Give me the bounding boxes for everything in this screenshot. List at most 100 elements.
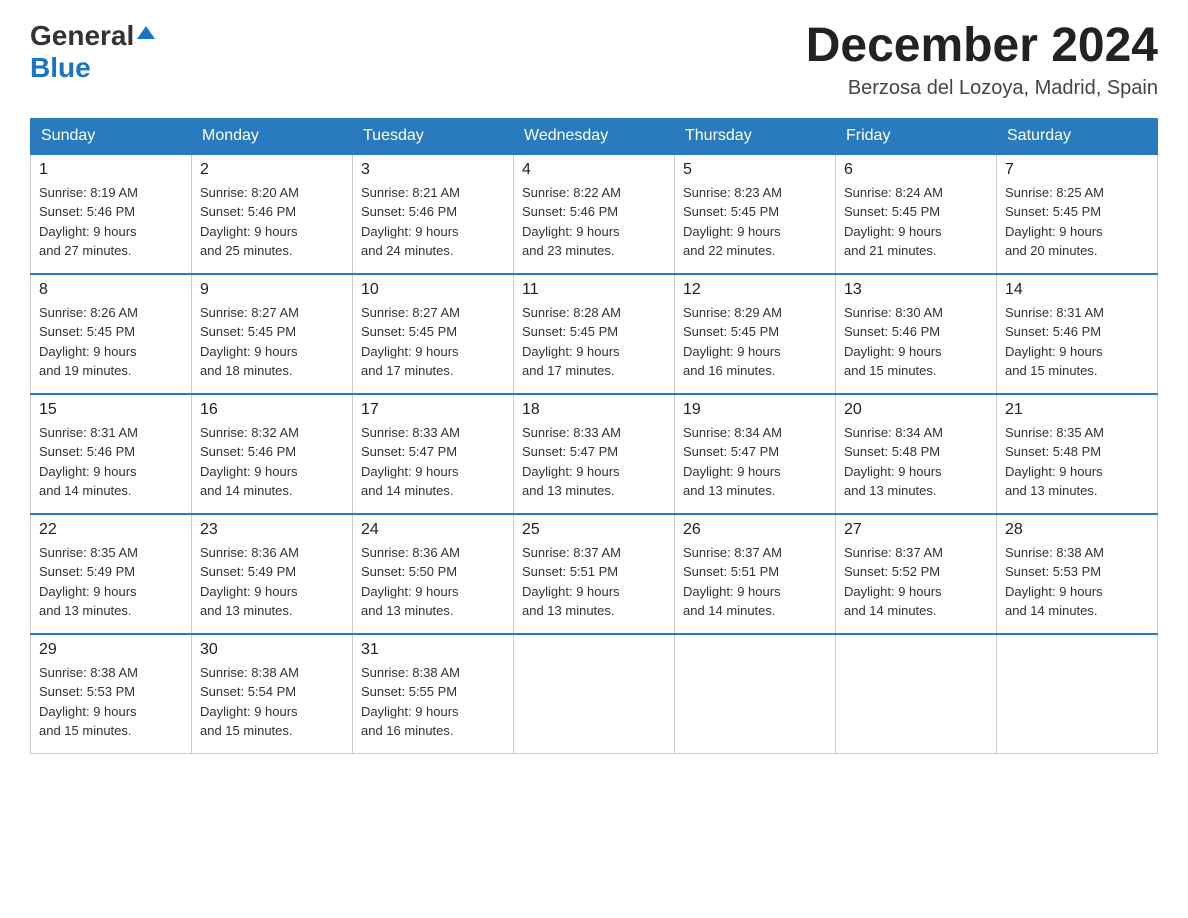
table-row: 8 Sunrise: 8:26 AMSunset: 5:45 PMDayligh… (31, 274, 192, 394)
table-row: 1 Sunrise: 8:19 AMSunset: 5:46 PMDayligh… (31, 154, 192, 274)
header-friday: Friday (836, 118, 997, 154)
day-info: Sunrise: 8:20 AMSunset: 5:46 PMDaylight:… (200, 183, 344, 261)
day-info: Sunrise: 8:38 AMSunset: 5:54 PMDaylight:… (200, 663, 344, 741)
day-info: Sunrise: 8:38 AMSunset: 5:53 PMDaylight:… (1005, 543, 1149, 621)
day-info: Sunrise: 8:27 AMSunset: 5:45 PMDaylight:… (200, 303, 344, 381)
table-row: 15 Sunrise: 8:31 AMSunset: 5:46 PMDaylig… (31, 394, 192, 514)
table-row: 14 Sunrise: 8:31 AMSunset: 5:46 PMDaylig… (997, 274, 1158, 394)
day-number: 19 (683, 401, 827, 419)
table-row (675, 634, 836, 754)
day-info: Sunrise: 8:31 AMSunset: 5:46 PMDaylight:… (39, 423, 183, 501)
day-number: 10 (361, 281, 505, 299)
calendar-table: Sunday Monday Tuesday Wednesday Thursday… (30, 118, 1158, 755)
day-number: 16 (200, 401, 344, 419)
table-row: 21 Sunrise: 8:35 AMSunset: 5:48 PMDaylig… (997, 394, 1158, 514)
day-number: 21 (1005, 401, 1149, 419)
table-row: 17 Sunrise: 8:33 AMSunset: 5:47 PMDaylig… (353, 394, 514, 514)
day-info: Sunrise: 8:27 AMSunset: 5:45 PMDaylight:… (361, 303, 505, 381)
day-number: 7 (1005, 161, 1149, 179)
day-info: Sunrise: 8:37 AMSunset: 5:51 PMDaylight:… (683, 543, 827, 621)
header-monday: Monday (192, 118, 353, 154)
day-info: Sunrise: 8:31 AMSunset: 5:46 PMDaylight:… (1005, 303, 1149, 381)
day-number: 8 (39, 281, 183, 299)
day-number: 17 (361, 401, 505, 419)
table-row: 3 Sunrise: 8:21 AMSunset: 5:46 PMDayligh… (353, 154, 514, 274)
day-info: Sunrise: 8:37 AMSunset: 5:52 PMDaylight:… (844, 543, 988, 621)
day-number: 23 (200, 521, 344, 539)
title-section: December 2024 Berzosa del Lozoya, Madrid… (806, 20, 1158, 100)
day-info: Sunrise: 8:19 AMSunset: 5:46 PMDaylight:… (39, 183, 183, 261)
day-info: Sunrise: 8:29 AMSunset: 5:45 PMDaylight:… (683, 303, 827, 381)
table-row: 20 Sunrise: 8:34 AMSunset: 5:48 PMDaylig… (836, 394, 997, 514)
day-number: 27 (844, 521, 988, 539)
table-row: 25 Sunrise: 8:37 AMSunset: 5:51 PMDaylig… (514, 514, 675, 634)
day-number: 3 (361, 161, 505, 179)
header-wednesday: Wednesday (514, 118, 675, 154)
day-number: 14 (1005, 281, 1149, 299)
header-tuesday: Tuesday (353, 118, 514, 154)
day-number: 25 (522, 521, 666, 539)
table-row: 26 Sunrise: 8:37 AMSunset: 5:51 PMDaylig… (675, 514, 836, 634)
header-sunday: Sunday (31, 118, 192, 154)
table-row: 19 Sunrise: 8:34 AMSunset: 5:47 PMDaylig… (675, 394, 836, 514)
table-row: 5 Sunrise: 8:23 AMSunset: 5:45 PMDayligh… (675, 154, 836, 274)
day-info: Sunrise: 8:25 AMSunset: 5:45 PMDaylight:… (1005, 183, 1149, 261)
table-row: 6 Sunrise: 8:24 AMSunset: 5:45 PMDayligh… (836, 154, 997, 274)
table-row: 16 Sunrise: 8:32 AMSunset: 5:46 PMDaylig… (192, 394, 353, 514)
table-row: 30 Sunrise: 8:38 AMSunset: 5:54 PMDaylig… (192, 634, 353, 754)
day-number: 5 (683, 161, 827, 179)
header-thursday: Thursday (675, 118, 836, 154)
day-info: Sunrise: 8:33 AMSunset: 5:47 PMDaylight:… (522, 423, 666, 501)
table-row: 12 Sunrise: 8:29 AMSunset: 5:45 PMDaylig… (675, 274, 836, 394)
day-info: Sunrise: 8:36 AMSunset: 5:49 PMDaylight:… (200, 543, 344, 621)
table-row: 22 Sunrise: 8:35 AMSunset: 5:49 PMDaylig… (31, 514, 192, 634)
day-number: 13 (844, 281, 988, 299)
table-row: 11 Sunrise: 8:28 AMSunset: 5:45 PMDaylig… (514, 274, 675, 394)
day-number: 30 (200, 641, 344, 659)
calendar-week-3: 22 Sunrise: 8:35 AMSunset: 5:49 PMDaylig… (31, 514, 1158, 634)
day-info: Sunrise: 8:35 AMSunset: 5:49 PMDaylight:… (39, 543, 183, 621)
day-info: Sunrise: 8:28 AMSunset: 5:45 PMDaylight:… (522, 303, 666, 381)
day-info: Sunrise: 8:34 AMSunset: 5:48 PMDaylight:… (844, 423, 988, 501)
day-info: Sunrise: 8:36 AMSunset: 5:50 PMDaylight:… (361, 543, 505, 621)
day-info: Sunrise: 8:32 AMSunset: 5:46 PMDaylight:… (200, 423, 344, 501)
day-info: Sunrise: 8:33 AMSunset: 5:47 PMDaylight:… (361, 423, 505, 501)
table-row: 13 Sunrise: 8:30 AMSunset: 5:46 PMDaylig… (836, 274, 997, 394)
table-row: 31 Sunrise: 8:38 AMSunset: 5:55 PMDaylig… (353, 634, 514, 754)
page-header: General Blue December 2024 Berzosa del L… (30, 20, 1158, 100)
day-info: Sunrise: 8:34 AMSunset: 5:47 PMDaylight:… (683, 423, 827, 501)
day-number: 15 (39, 401, 183, 419)
day-number: 28 (1005, 521, 1149, 539)
day-number: 2 (200, 161, 344, 179)
day-number: 1 (39, 161, 183, 179)
table-row: 2 Sunrise: 8:20 AMSunset: 5:46 PMDayligh… (192, 154, 353, 274)
day-info: Sunrise: 8:38 AMSunset: 5:53 PMDaylight:… (39, 663, 183, 741)
calendar-subtitle: Berzosa del Lozoya, Madrid, Spain (806, 77, 1158, 100)
day-number: 22 (39, 521, 183, 539)
logo-triangle-icon (137, 26, 155, 39)
calendar-week-2: 15 Sunrise: 8:31 AMSunset: 5:46 PMDaylig… (31, 394, 1158, 514)
table-row: 29 Sunrise: 8:38 AMSunset: 5:53 PMDaylig… (31, 634, 192, 754)
calendar-week-4: 29 Sunrise: 8:38 AMSunset: 5:53 PMDaylig… (31, 634, 1158, 754)
calendar-week-0: 1 Sunrise: 8:19 AMSunset: 5:46 PMDayligh… (31, 154, 1158, 274)
table-row: 27 Sunrise: 8:37 AMSunset: 5:52 PMDaylig… (836, 514, 997, 634)
table-row: 28 Sunrise: 8:38 AMSunset: 5:53 PMDaylig… (997, 514, 1158, 634)
calendar-header-row: Sunday Monday Tuesday Wednesday Thursday… (31, 118, 1158, 154)
day-number: 31 (361, 641, 505, 659)
day-info: Sunrise: 8:35 AMSunset: 5:48 PMDaylight:… (1005, 423, 1149, 501)
day-number: 26 (683, 521, 827, 539)
day-info: Sunrise: 8:21 AMSunset: 5:46 PMDaylight:… (361, 183, 505, 261)
calendar-title: December 2024 (806, 20, 1158, 73)
day-number: 20 (844, 401, 988, 419)
day-number: 6 (844, 161, 988, 179)
day-info: Sunrise: 8:24 AMSunset: 5:45 PMDaylight:… (844, 183, 988, 261)
day-info: Sunrise: 8:30 AMSunset: 5:46 PMDaylight:… (844, 303, 988, 381)
day-info: Sunrise: 8:22 AMSunset: 5:46 PMDaylight:… (522, 183, 666, 261)
calendar-week-1: 8 Sunrise: 8:26 AMSunset: 5:45 PMDayligh… (31, 274, 1158, 394)
day-info: Sunrise: 8:38 AMSunset: 5:55 PMDaylight:… (361, 663, 505, 741)
day-number: 29 (39, 641, 183, 659)
day-info: Sunrise: 8:26 AMSunset: 5:45 PMDaylight:… (39, 303, 183, 381)
table-row: 18 Sunrise: 8:33 AMSunset: 5:47 PMDaylig… (514, 394, 675, 514)
logo-general: General (30, 20, 134, 52)
table-row (514, 634, 675, 754)
